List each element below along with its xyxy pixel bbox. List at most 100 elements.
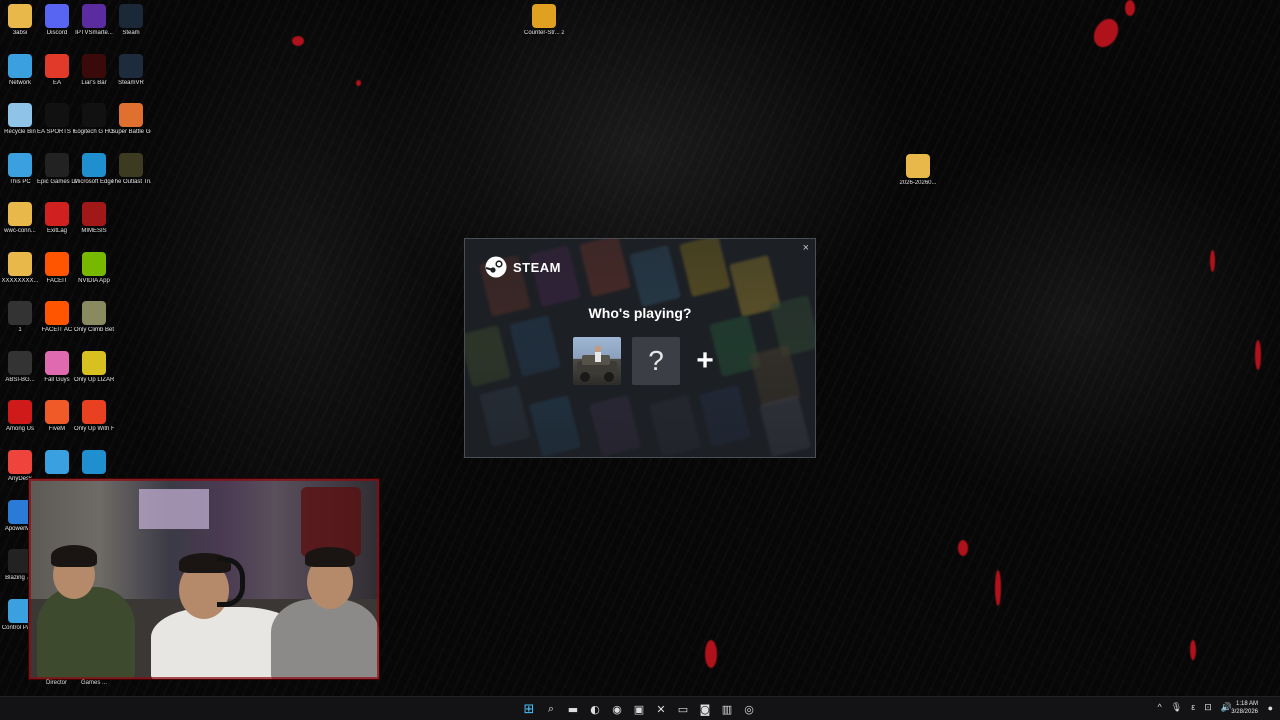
mimesis-icon	[82, 202, 106, 226]
desktop-icon[interactable]: Microsoft Edge	[74, 153, 114, 186]
game-shortcut-icon	[8, 301, 32, 325]
desktop-icon-label: Liar's Bar	[81, 80, 107, 86]
desktop-icon[interactable]: FACEIT AC	[37, 301, 77, 334]
steam-icon[interactable]: ◎	[740, 700, 758, 718]
wallpaper-red-splatter	[1088, 14, 1124, 52]
desktop-icon[interactable]: Among Us	[0, 400, 40, 433]
wallpaper-red-splatter	[705, 640, 717, 668]
edge-icon[interactable]: ◐	[586, 700, 604, 718]
desktop-icon[interactable]: Logitech G HUB	[74, 103, 114, 136]
start-button[interactable]: ⊞	[520, 700, 538, 718]
wallpaper-red-splatter	[1125, 0, 1135, 16]
liars-bar-icon	[82, 54, 106, 78]
desktop-icon[interactable]: This PC	[0, 153, 40, 186]
desktop-icon[interactable]: NVIDIA App	[74, 252, 114, 285]
desktop-icon[interactable]: Super Battle Golf	[111, 103, 151, 136]
tray-icon[interactable]: ⊡	[1204, 702, 1212, 713]
counter-strike-icon	[532, 4, 556, 28]
avatar-photo	[577, 345, 617, 382]
desktop-icon-label: Logitech G HUB	[74, 129, 114, 135]
desktop-icon[interactable]: EA SPORTS FC™ 26	[37, 103, 77, 136]
tray-icon[interactable]: ^	[1158, 702, 1162, 713]
desktop-icon[interactable]: Only Up With Friends	[74, 400, 114, 433]
desktop-icon[interactable]: Fall Guys	[37, 351, 77, 384]
edge-icon	[82, 450, 106, 474]
desktop-icon-label: IPTVSmarte...	[75, 30, 113, 36]
desktop-icon-label: Discord	[46, 30, 68, 36]
steam-profile-picker-dialog: STEAM × Who's playing? ? +	[464, 238, 816, 458]
clock-time: 1:18 AM	[1235, 701, 1258, 707]
desktop-icon[interactable]: 2026-20260...	[898, 154, 938, 187]
faceit-icon	[45, 252, 69, 276]
chrome-icon[interactable]: ◉	[608, 700, 626, 718]
app-icon[interactable]: ▥	[718, 700, 736, 718]
desktop-icon-label: FiveM	[48, 426, 66, 432]
close-icon[interactable]: ×	[803, 242, 809, 254]
desktop-icon-label: MIMESIS	[81, 228, 107, 234]
desktop-icon[interactable]: Network	[0, 54, 40, 87]
desktop-icon[interactable]: 3absi	[0, 4, 40, 37]
desktop-icon[interactable]: Epic Games Launcher	[37, 153, 77, 186]
desktop-icon[interactable]: ExitLag	[37, 202, 77, 235]
search-icon[interactable]: ⌕	[542, 700, 560, 718]
network-icon	[8, 54, 32, 78]
wallpaper-red-splatter	[292, 36, 304, 46]
desktop-icon[interactable]: Recycle Bin	[0, 103, 40, 136]
only-up-lizards-icon	[82, 351, 106, 375]
steamvr-icon	[119, 54, 143, 78]
person-right	[271, 599, 379, 679]
folder-icon	[8, 252, 32, 276]
store-icon[interactable]: ▣	[630, 700, 648, 718]
desktop-icon-label: Counter-Str... 2	[524, 30, 564, 36]
desktop-icon[interactable]: The Outlast Trials	[111, 153, 151, 186]
desktop-icon-label: The Outlast Trials	[111, 179, 151, 185]
discord-icon	[45, 4, 69, 28]
desktop-icon-label: Network	[8, 80, 31, 86]
tray-icon[interactable]: ε	[1191, 702, 1195, 713]
wallpaper-red-splatter	[1255, 340, 1261, 370]
desktop-icon-label: 1	[18, 327, 22, 333]
desktop-icon[interactable]: ABSI-BG...	[0, 351, 40, 384]
desktop-icon[interactable]: wwc-conn...	[0, 202, 40, 235]
notification-icon[interactable]: ●	[1268, 703, 1273, 713]
desktop-icon[interactable]: Discord	[37, 4, 77, 37]
tray-icon[interactable]: 🎙	[1171, 702, 1182, 713]
desktop-icon-label: EA SPORTS FC™ 26	[37, 129, 77, 135]
logitech-icon	[82, 103, 106, 127]
edge-icon	[82, 153, 106, 177]
desktop-icon-label: Only Up LIZARDS ...	[74, 377, 114, 383]
desktop-icon-label: EA	[52, 80, 61, 86]
desktop-icon[interactable]: XXXXXXXX...	[0, 252, 40, 285]
file-explorer-icon[interactable]: ▬	[564, 700, 582, 718]
desktop-icon[interactable]: IPTVSmarte...	[74, 4, 114, 37]
account-avatar[interactable]	[573, 337, 621, 385]
clock-date: 3/28/2026	[1231, 709, 1258, 715]
desktop-icon[interactable]: 1	[0, 301, 40, 334]
desktop-icon[interactable]: Steam	[111, 4, 151, 37]
desktop-icon[interactable]	[74, 450, 114, 476]
exitlag-icon	[45, 202, 69, 226]
desktop-icon[interactable]: Only Climb Better To...	[74, 301, 114, 334]
desktop-icon[interactable]: Only Up LIZARDS ...	[74, 351, 114, 384]
desktop-icon-label: Director	[46, 680, 68, 686]
taskbar: ⊞ ⌕ ▬ ◐ ◉ ▣ ✕ ▭ ◙ ▥ ◎ ^ 🎙 ε ⊡ 🔊 1:18 AM 3/28/2026 ●	[0, 696, 1280, 720]
mail-icon[interactable]: ▭	[674, 700, 692, 718]
desktop-icon-label: Epic Games Launcher	[37, 179, 77, 185]
desktop-icon[interactable]: EA	[37, 54, 77, 87]
discord-icon[interactable]: ◙	[696, 700, 714, 718]
wallpaper-red-splatter	[1190, 640, 1196, 660]
system-tray: ^ 🎙 ε ⊡ 🔊	[1158, 702, 1232, 713]
desktop-icon[interactable]: Liar's Bar	[74, 54, 114, 87]
unknown-account-avatar[interactable]: ?	[632, 337, 680, 385]
desktop-icon[interactable]	[37, 450, 77, 476]
folder-icon	[8, 202, 32, 226]
desktop-icon[interactable]: SteamVR	[111, 54, 151, 87]
desktop-icon[interactable]: FiveM	[37, 400, 77, 433]
xbox-icon[interactable]: ✕	[652, 700, 670, 718]
desktop-icon[interactable]: Counter-Str... 2	[524, 4, 564, 37]
desktop-icon-label: Fall Guys	[44, 377, 70, 383]
desktop-icon[interactable]: MIMESIS	[74, 202, 114, 235]
desktop-icon[interactable]: FACEIT	[37, 252, 77, 285]
add-account-button[interactable]: +	[691, 337, 719, 385]
clock[interactable]: 1:18 AM 3/28/2026	[1231, 700, 1258, 716]
